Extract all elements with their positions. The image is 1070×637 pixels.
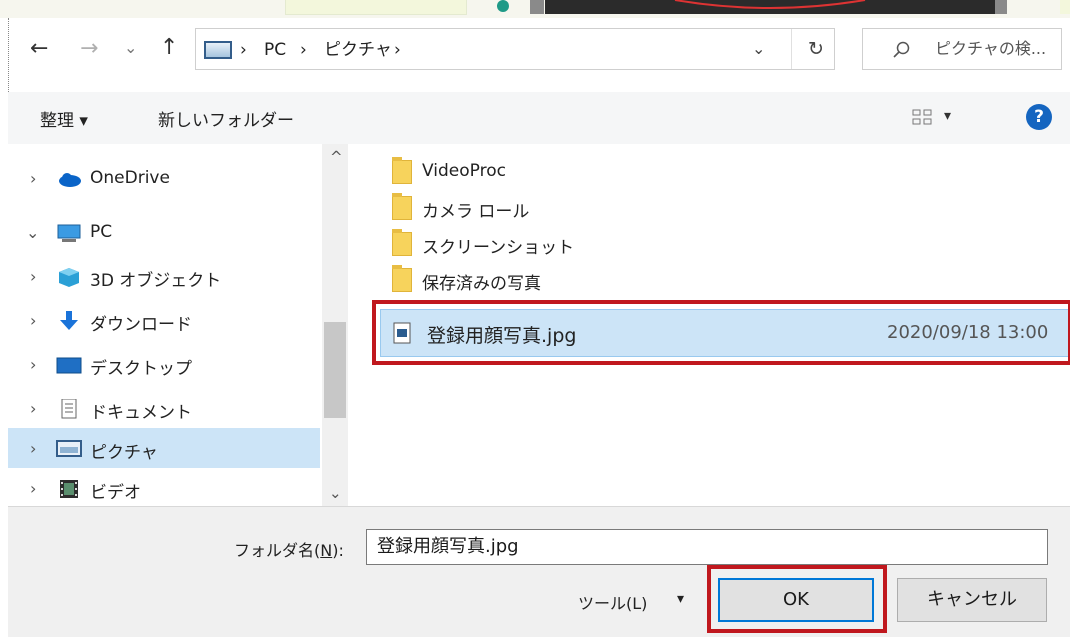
view-menu-chevron-icon[interactable]: ▾ (944, 108, 951, 124)
organize-button[interactable]: 整理 ▾ (40, 106, 88, 131)
search-icon (893, 41, 910, 58)
callout-highlight-box (707, 565, 887, 633)
sidebar-item-downloads[interactable]: › ダウンロード (8, 302, 320, 342)
address-segment-pc[interactable]: PC (264, 29, 286, 71)
refresh-icon[interactable]: ↻ (808, 38, 824, 60)
navigation-pane[interactable]: › OneDrive ⌄ PC › 3D オブジェクト › ダウンロード › デ… (8, 144, 348, 506)
chevron-right-icon[interactable]: › (30, 311, 36, 330)
folder-name: 保存済みの写真 (422, 274, 541, 294)
address-divider (791, 29, 792, 69)
video-icon (60, 480, 78, 498)
folder-icon (392, 193, 412, 220)
sidebar-item-label: ドキュメント (90, 403, 192, 423)
folder-name: VideoProc (422, 161, 506, 181)
document-icon (61, 399, 77, 419)
sidebar-item-desktop[interactable]: › デスクトップ (8, 346, 320, 386)
sidebar-item-3d-objects[interactable]: › 3D オブジェクト (8, 258, 320, 298)
address-segment-pictures[interactable]: ピクチャ (324, 29, 392, 71)
up-arrow-icon[interactable]: ↑ (160, 37, 178, 59)
picture-folder-icon (204, 41, 232, 59)
background-photo (545, 0, 995, 14)
sidebar-item-pc[interactable]: ⌄ PC (8, 214, 320, 254)
tools-button[interactable]: ツール(L) (578, 590, 647, 614)
folder-icon (392, 265, 412, 292)
cancel-button[interactable]: キャンセル (897, 578, 1047, 622)
address-bar[interactable]: › PC › ピクチャ › ⌄ ↻ (195, 28, 835, 70)
search-placeholder: ピクチャの検... (935, 39, 1047, 58)
background-panel (285, 0, 467, 15)
background-photo-frame (530, 0, 544, 14)
cube-icon (59, 268, 79, 287)
download-icon (60, 311, 78, 330)
filename-label: フォルダ名(N): (234, 541, 344, 560)
new-folder-button[interactable]: 新しいフォルダー (158, 106, 294, 131)
folder-icon (392, 229, 412, 256)
chevron-right-icon[interactable]: › (30, 267, 36, 286)
back-arrow-icon[interactable]: ← (30, 38, 48, 60)
chevron-right-icon[interactable]: › (30, 479, 36, 498)
address-dropdown-icon[interactable]: ⌄ (752, 39, 765, 58)
chevron-right-icon[interactable]: › (30, 169, 36, 188)
sidebar-item-label: ピクチャ (90, 443, 158, 463)
cloud-icon (59, 173, 81, 187)
desktop-icon (56, 357, 82, 374)
chevron-right-icon[interactable]: › (30, 355, 36, 374)
address-separator-icon: › (394, 40, 401, 60)
sidebar-item-label: 3D オブジェクト (90, 271, 222, 291)
filename-input[interactable]: 登録用顔写真.jpg (366, 529, 1048, 565)
background-photo-frame-right (995, 0, 1007, 14)
help-icon[interactable]: ? (1026, 104, 1052, 130)
sidebar-item-pictures[interactable]: › ピクチャ (8, 428, 320, 468)
forward-arrow-icon[interactable]: → (80, 38, 98, 60)
recent-locations-icon[interactable]: ⌄ (124, 38, 137, 57)
scroll-down-icon[interactable]: ⌄ (329, 484, 342, 502)
sidebar-item-label: OneDrive (90, 168, 170, 188)
scroll-up-icon[interactable]: ^ (330, 148, 343, 166)
chevron-right-icon[interactable]: › (30, 399, 36, 418)
chevron-down-icon[interactable]: ⌄ (26, 223, 39, 242)
address-separator-icon: › (300, 40, 307, 60)
folder-name: スクリーンショット (422, 238, 575, 258)
scrollbar-thumb[interactable] (324, 322, 346, 418)
address-separator-icon: › (240, 40, 247, 60)
sidebar-item-documents[interactable]: › ドキュメント (8, 390, 320, 430)
sidebar-item-label: PC (90, 222, 113, 242)
background-dot (497, 0, 509, 12)
sidebar-item-videos[interactable]: › ビデオ (8, 470, 320, 510)
sidebar-item-label: ダウンロード (90, 315, 192, 335)
search-box[interactable]: ピクチャの検... (862, 28, 1062, 70)
folder-name: カメラ ロール (422, 202, 530, 222)
callout-highlight-box (372, 300, 1070, 365)
view-options-icon[interactable] (912, 108, 934, 128)
computer-icon (57, 224, 81, 242)
background-panel-right (1060, 0, 1070, 14)
chevron-right-icon[interactable]: › (30, 439, 36, 458)
folder-icon (392, 157, 412, 184)
picture-icon (56, 440, 82, 457)
sidebar-item-label: ビデオ (90, 483, 141, 503)
sidebar-item-onedrive[interactable]: › OneDrive (8, 160, 320, 200)
sidebar-item-label: デスクトップ (90, 359, 192, 379)
tools-dropdown-icon[interactable]: ▾ (677, 591, 684, 607)
